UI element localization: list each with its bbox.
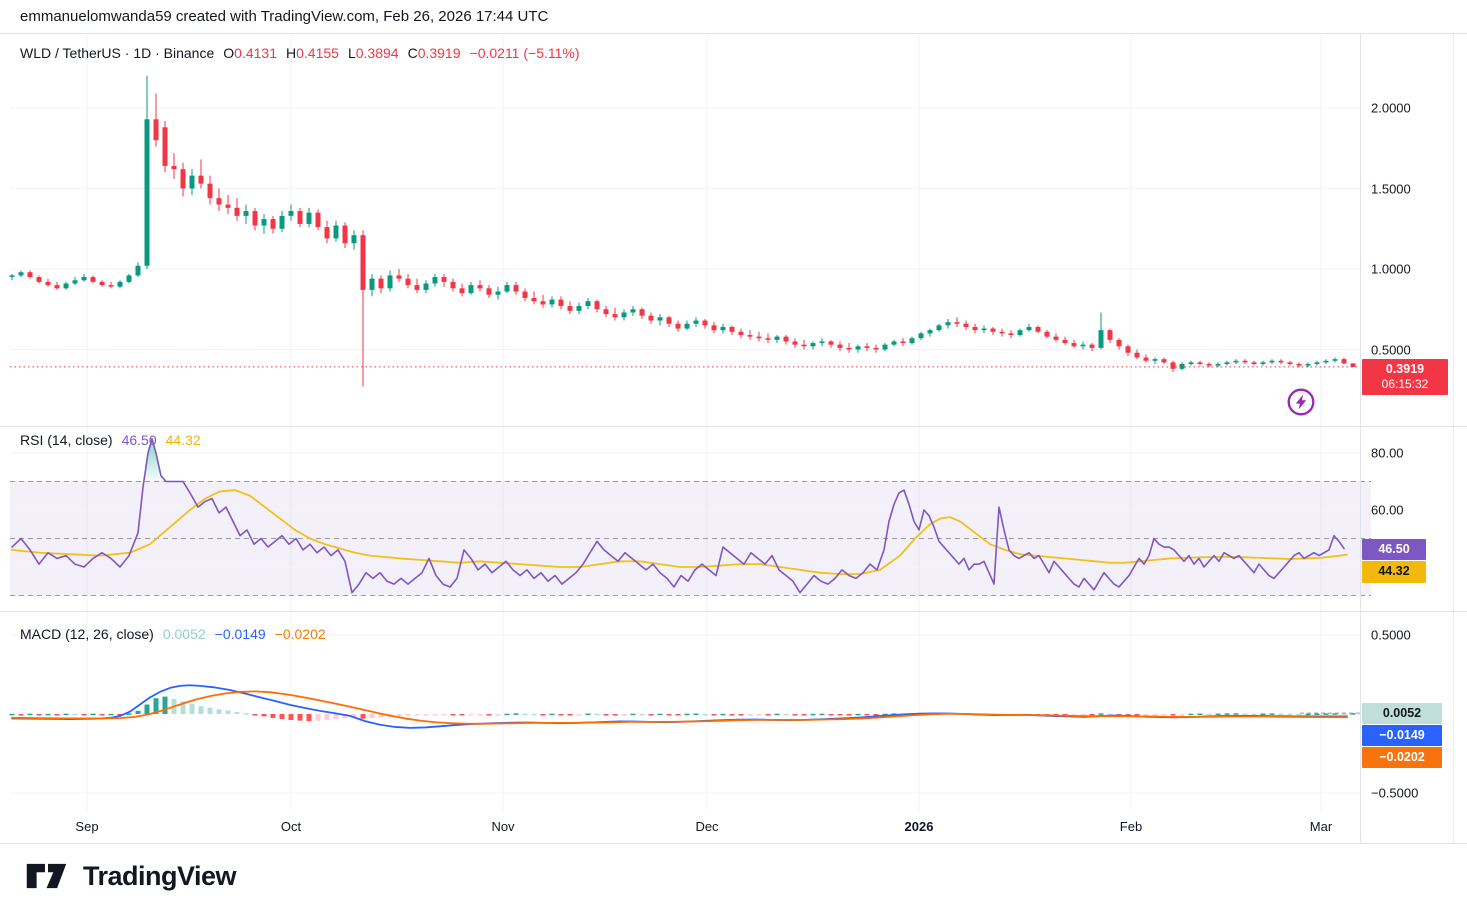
time-label-oct: Oct [281,819,301,834]
macd-line-badge: −0.0149 [1362,725,1442,746]
symbol-title[interactable]: WLD / TetherUS · 1D · Binance [20,45,214,61]
change-value: −0.0211 (−5.11%) [470,45,580,61]
ohlc-low: L0.3894 [348,45,399,61]
time-label-feb: Feb [1120,819,1142,834]
rsi-value: 46.50 [122,432,157,448]
time-label-2026: 2026 [905,819,934,834]
ohlc-high: H0.4155 [286,45,339,61]
macd-hist-value: 0.0052 [163,626,206,642]
rsi-ma-value: 44.32 [166,432,201,448]
time-label-nov: Nov [491,819,514,834]
time-label-sep: Sep [75,819,98,834]
chart-canvas[interactable] [0,0,1467,845]
macd-hist-badge: 0.0052 [1362,703,1442,724]
rsi-legend: RSI (14, close) 46.50 44.32 [20,432,201,448]
lightning-boost-icon [1286,387,1316,417]
rsi-title[interactable]: RSI (14, close) [20,432,113,448]
macd-legend: MACD (12, 26, close) 0.0052 −0.0149 −0.0… [20,626,326,642]
time-label-mar: Mar [1310,819,1332,834]
time-scale[interactable]: Sep Oct Nov Dec 2026 Feb Mar [0,810,1360,843]
macd-signal-value: −0.0202 [275,626,326,642]
tradingview-logo-icon [26,858,70,894]
countdown-timer: 06:15:32 [1382,377,1429,392]
rsi-value-badge: 46.50 [1362,539,1426,560]
brand-name: TradingView [83,861,236,892]
macd-signal-badge: −0.0202 [1362,747,1442,768]
tradingview-published-chart: emmanuelomwanda59 created with TradingVi… [0,0,1467,920]
ohlc-open: O0.4131 [223,45,277,61]
last-price-badge: 0.3919 06:15:32 [1362,359,1448,395]
macd-line-value: −0.0149 [215,626,266,642]
time-label-dec: Dec [695,819,718,834]
tradingview-logo[interactable]: TradingView [26,858,236,894]
macd-title[interactable]: MACD (12, 26, close) [20,626,154,642]
rsi-ma-value-badge: 44.32 [1362,561,1426,583]
ohlc-close: C0.3919 [408,45,461,61]
symbol-legend: WLD / TetherUS · 1D · Binance O0.4131 H0… [20,45,580,61]
